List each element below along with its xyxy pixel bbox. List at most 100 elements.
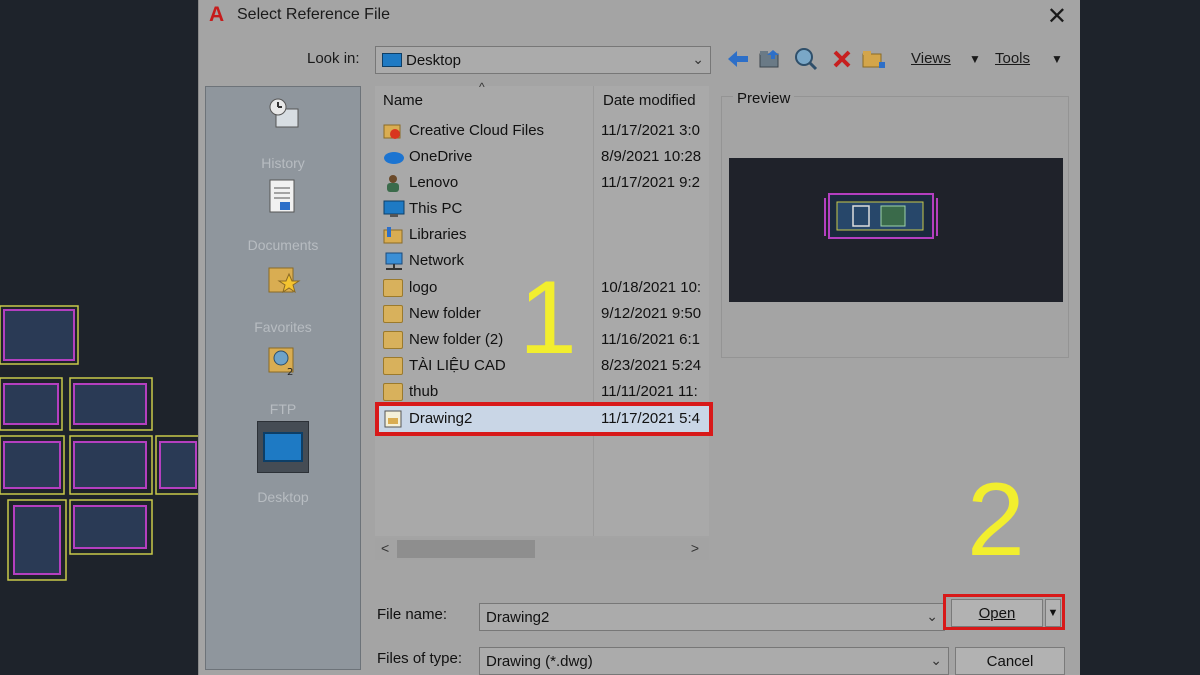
file-name: logo (409, 279, 438, 296)
file-name-input[interactable]: Drawing2 ⌄ (479, 603, 945, 631)
file-type-dropdown[interactable]: Drawing (*.dwg) ⌄ (479, 647, 949, 675)
file-row[interactable]: Libraries (379, 222, 709, 248)
up-folder-icon[interactable] (757, 46, 783, 72)
new-folder-icon[interactable] (861, 46, 887, 72)
annotation-step-1: 1 (519, 260, 577, 376)
select-reference-file-dialog: A Select Reference File ✕ Look in: Deskt… (198, 0, 1080, 675)
file-name: New folder (2) (409, 331, 504, 348)
place-label: History (261, 155, 305, 171)
column-header-name[interactable]: Name (383, 92, 423, 109)
desktop-icon (382, 53, 402, 67)
file-row[interactable]: This PC (379, 196, 709, 222)
search-web-icon[interactable] (793, 46, 819, 72)
look-in-dropdown[interactable]: Desktop ⌄ (375, 46, 711, 74)
folder-icon (383, 357, 403, 375)
file-name: New folder (409, 305, 481, 322)
file-date: 11/16/2021 6:1 (601, 331, 700, 348)
place-label: Desktop (257, 489, 309, 505)
close-icon[interactable]: ✕ (1047, 2, 1067, 31)
place-documents[interactable]: Documents (206, 175, 360, 253)
file-type-value: Drawing (*.dwg) (486, 653, 593, 670)
file-date: 8/9/2021 10:28 (601, 148, 702, 165)
file-type-label: Files of type: (377, 650, 463, 667)
onedrive-icon (383, 148, 404, 166)
look-in-label: Look in: (307, 50, 360, 67)
computer-icon (383, 200, 405, 218)
place-label: Favorites (254, 319, 312, 335)
file-name: This PC (409, 200, 463, 217)
chevron-down-icon: ⌄ (930, 652, 942, 668)
folder-icon (383, 331, 403, 349)
file-name: TÀI LIỆU CAD (409, 357, 506, 374)
file-name: Drawing2 (409, 410, 473, 427)
file-date: 9/12/2021 9:50 (601, 305, 702, 322)
place-history[interactable]: History (206, 93, 360, 171)
place-ftp[interactable]: 2 FTP (206, 339, 360, 417)
libraries-icon (383, 226, 403, 244)
file-row[interactable]: Creative Cloud Files 11/17/2021 3:0 (379, 118, 709, 144)
svg-text:2: 2 (287, 367, 293, 378)
open-button[interactable]: Open (951, 599, 1043, 627)
file-name: OneDrive (409, 148, 473, 165)
dwg-file-icon (383, 410, 403, 428)
chevron-down-icon[interactable]: ⌄ (926, 608, 938, 625)
user-icon (383, 174, 403, 192)
preview-label: Preview (733, 90, 795, 107)
favorites-icon (262, 257, 304, 299)
file-date: 10/18/2021 10: (601, 279, 702, 296)
file-date: 11/17/2021 3:0 (601, 122, 700, 139)
place-label: FTP (269, 401, 297, 417)
delete-icon[interactable] (829, 46, 855, 72)
dialog-title: Select Reference File (237, 6, 390, 23)
views-menu[interactable]: Views (911, 50, 951, 67)
sort-ascending-icon: ^ (479, 80, 485, 94)
autocad-logo-icon: A (209, 3, 225, 26)
annotation-step-2: 2 (967, 462, 1025, 578)
file-name: Libraries (409, 226, 467, 243)
file-date: 8/23/2021 5:24 (601, 357, 702, 374)
network-icon (383, 252, 403, 270)
scrollbar-thumb[interactable] (397, 540, 535, 558)
file-row-selected[interactable]: Drawing2 11/17/2021 5:4 (375, 402, 713, 436)
tools-dropdown-arrow[interactable]: ▼ (1051, 52, 1063, 66)
file-name: Creative Cloud Files (409, 122, 545, 139)
right-background-strip (1080, 0, 1200, 675)
preview-image (729, 158, 1063, 302)
file-date: 11/17/2021 5:4 (601, 410, 700, 427)
place-label: Documents (247, 237, 319, 253)
file-name-label: File name: (377, 606, 448, 623)
desktop-icon (257, 421, 309, 473)
open-dropdown-arrow[interactable]: ▼ (1045, 599, 1061, 627)
ftp-icon: 2 (262, 339, 304, 381)
places-sidebar: History Documents Favorites 2 FTP Deskto… (205, 86, 361, 670)
title-bar: A Select Reference File ✕ (199, 0, 1081, 30)
history-icon (262, 93, 304, 135)
folder-icon (383, 279, 403, 297)
documents-icon (262, 175, 304, 217)
file-name: Network (409, 252, 465, 269)
file-row[interactable]: thub 11/11/2021 11: (379, 379, 709, 405)
scroll-right-icon[interactable]: > (691, 540, 699, 556)
file-name: Lenovo (409, 174, 459, 191)
place-desktop[interactable]: Desktop (206, 421, 360, 505)
cad-drawing-background (0, 290, 200, 590)
creative-cloud-folder-icon (383, 122, 403, 140)
folder-icon (383, 383, 403, 401)
file-row[interactable]: Lenovo 11/17/2021 9:2 (379, 170, 709, 196)
horizontal-scrollbar[interactable]: < > (375, 538, 709, 560)
scroll-left-icon[interactable]: < (381, 540, 389, 556)
file-date: 11/17/2021 9:2 (601, 174, 700, 191)
cancel-button[interactable]: Cancel (955, 647, 1065, 675)
column-header-date-modified[interactable]: Date modified (603, 92, 696, 109)
back-arrow-icon[interactable] (725, 46, 751, 72)
file-date: 11/11/2021 11: (601, 383, 698, 400)
file-row[interactable]: OneDrive 8/9/2021 10:28 (379, 144, 709, 170)
file-name-value: Drawing2 (486, 609, 550, 626)
views-dropdown-arrow[interactable]: ▼ (969, 52, 981, 66)
look-in-value: Desktop (406, 51, 462, 69)
chevron-down-icon: ⌄ (692, 51, 704, 67)
folder-icon (383, 305, 403, 323)
place-favorites[interactable]: Favorites (206, 257, 360, 335)
file-name: thub (409, 383, 439, 400)
tools-menu[interactable]: Tools (995, 50, 1030, 67)
